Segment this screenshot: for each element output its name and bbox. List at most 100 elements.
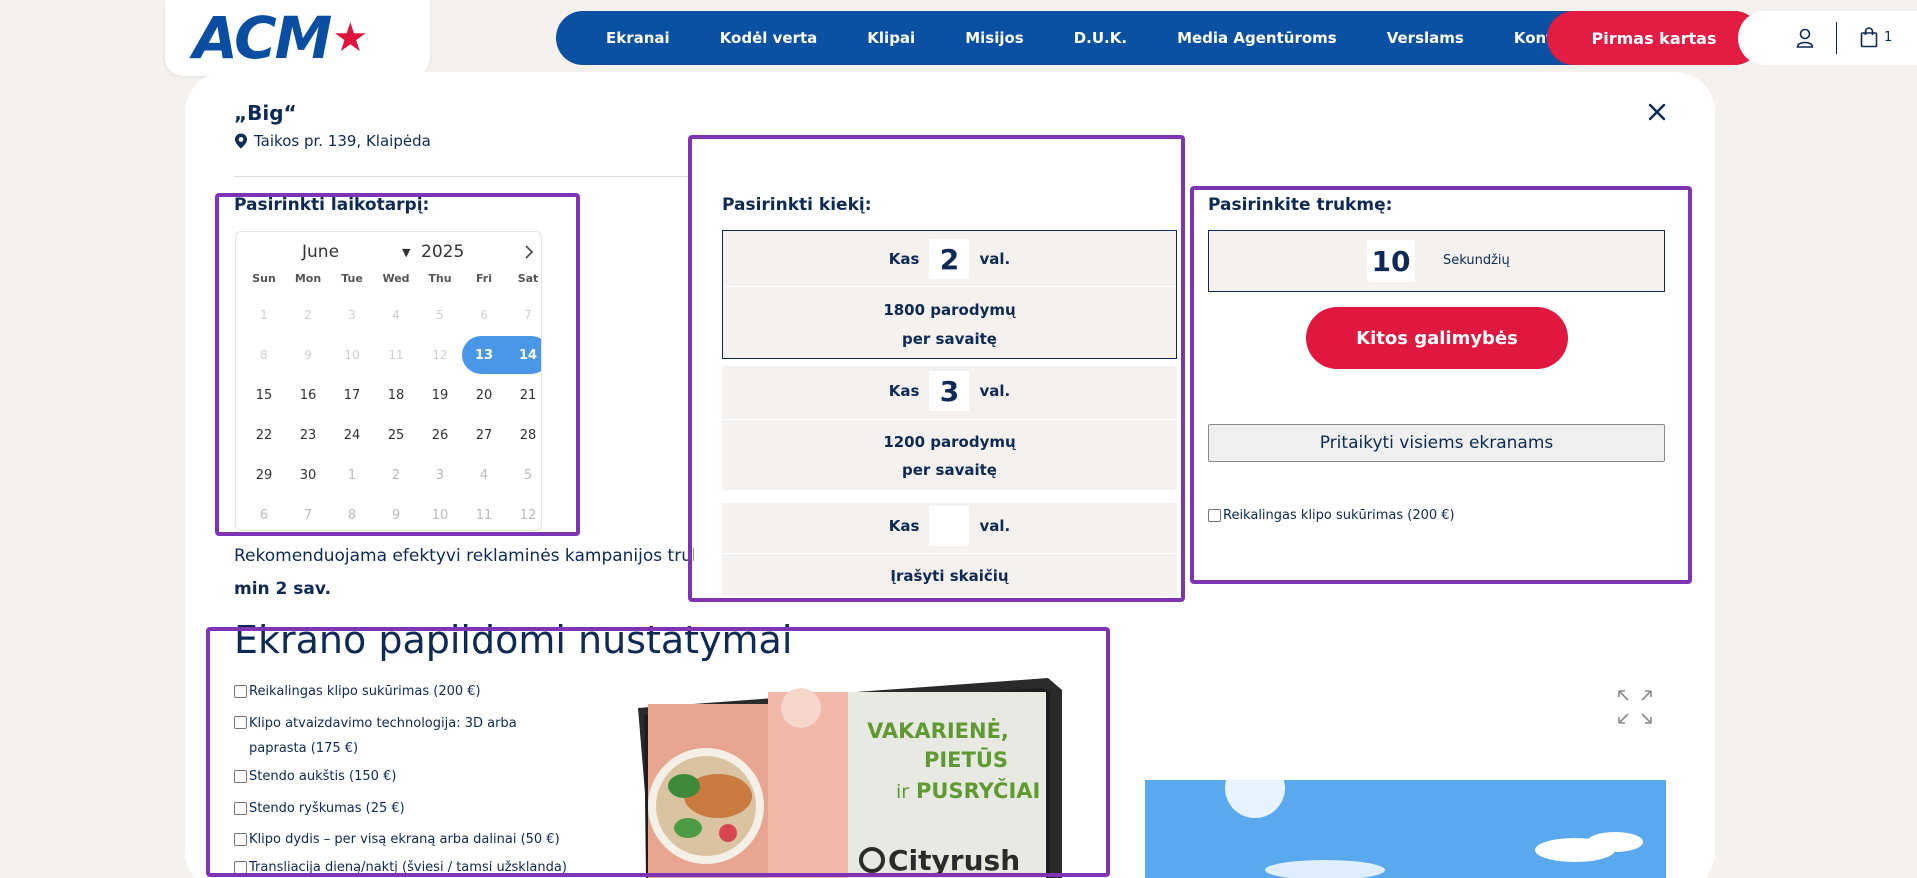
weekday-label: Wed [382,272,410,285]
calendar-day: 11 [388,348,404,362]
calendar-day[interactable]: 1 [330,456,374,494]
chevron-down-icon[interactable]: ▼ [402,246,410,259]
calendar-day[interactable]: 21 [506,376,541,414]
extra-option-checkbox[interactable] [234,833,247,846]
nav-tools: 1 [1738,11,1917,65]
calendar-day[interactable]: 23 [286,416,330,454]
nav-item-verslams[interactable]: Verslams [1362,29,1489,47]
calendar-day: 6 [480,308,488,322]
calendar-day: 4 [392,308,400,322]
calendar-day[interactable]: 25 [374,416,418,454]
frequency-value[interactable]: 2 [929,239,970,279]
calendar-day[interactable]: 19 [418,376,462,414]
calendar-day[interactable]: 8 [330,496,374,530]
calendar-day: 10 [344,348,360,362]
calendar-day: 7 [524,308,532,322]
weekday-label: Thu [428,272,452,285]
shopping-bag-icon[interactable] [1860,27,1878,48]
custom-frequency-input[interactable] [929,506,970,546]
extra-option: Reikalingas klipo sukūrimas (200 €) [234,683,481,701]
suffix-label: val. [979,250,1011,268]
frequency-option-custom[interactable]: Kas val. Įrašyti skaičių [722,503,1177,596]
calendar-day[interactable]: 17 [330,376,374,414]
extra-option: Klipo dydis – per visą ekraną arba dalin… [234,831,560,849]
nav-item-misijos[interactable]: Misijos [940,29,1049,47]
calendar-day[interactable]: 30 [286,456,330,494]
frequency-row: Kas 2 val. [723,239,1176,279]
user-icon[interactable] [1796,28,1814,48]
calendar-day[interactable]: 29 [242,456,286,494]
extra-option-checkbox[interactable] [234,770,247,783]
recommendation-text: Rekomenduojama efektyvi reklaminės kampa… [234,546,694,566]
address-text: Taikos pr. 139, Klaipėda [254,132,431,150]
extra-option: Klipo atvaizdavimo technologija: 3D arba… [234,711,574,761]
calendar-day[interactable]: 7 [286,496,330,530]
more-options-button[interactable]: Kitos galimybės [1306,307,1568,369]
calendar-day[interactable]: 9 [374,496,418,530]
divider [722,553,1177,554]
calendar-day[interactable]: 24 [330,416,374,454]
nav-item-klipai[interactable]: Klipai [842,29,940,47]
extra-option-label: Transliacija dieną/naktį (šviesi / tamsi… [249,860,567,875]
calendar-day[interactable]: 3 [418,456,462,494]
nav-item-media-agenturoms[interactable]: Media Agentūroms [1152,29,1362,47]
calendar-day[interactable]: 15 [242,376,286,414]
cart-count: 1 [1884,30,1893,45]
calendar-day[interactable]: 2 [374,456,418,494]
year-input[interactable]: 2025 [421,242,464,262]
frequency-option-2[interactable]: Kas 3 val. 1200 parodymų per savaitę [722,366,1177,490]
billboard-line-1: VAKARIENĖ, [867,718,1009,743]
weekday-label: Tue [341,272,363,285]
clip-creation-checkbox[interactable] [1208,509,1221,522]
calendar-day[interactable]: 22 [242,416,286,454]
weekday-label: Mon [294,272,322,285]
clip-creation-label: Reikalingas klipo sukūrimas (200 €) [1223,508,1455,523]
divider [722,419,1177,420]
calendar-day[interactable]: 5 [506,456,541,494]
calendar-day-selected[interactable]: 14 [506,336,541,374]
calendar-day[interactable]: 12 [506,496,541,530]
expand-icon[interactable] [1616,688,1654,726]
frequency-value[interactable]: 3 [929,371,970,411]
divider [234,176,689,177]
nav-item-ekranai[interactable]: Ekranai [581,29,695,47]
duration-input[interactable]: 10 [1367,240,1415,282]
calendar-day: 5 [436,308,444,322]
location-photo[interactable] [1145,780,1666,878]
clip-creation-option: Reikalingas klipo sukūrimas (200 €) [1208,507,1455,525]
extra-option-checkbox[interactable] [234,802,247,815]
calendar-day[interactable]: 28 [506,416,541,454]
date-picker: June ▼ 2025 Sun Mon Tue Wed Thu Fri Sat 1 2 3 4 5 6 7… [235,231,542,531]
calendar-day[interactable]: 4 [462,456,506,494]
calendar-day[interactable]: 16 [286,376,330,414]
calendar-day[interactable]: 18 [374,376,418,414]
calendar-day-selected[interactable]: 13 [462,336,506,374]
month-select[interactable]: June [302,242,339,262]
apply-all-screens-button[interactable]: Pritaikyti visiems ekranams [1208,424,1665,462]
close-icon[interactable] [1643,98,1671,126]
calendar-day[interactable]: 20 [462,376,506,414]
nav-item-duk[interactable]: D.U.K. [1049,29,1152,47]
extra-option-checkbox[interactable] [234,685,247,698]
duration-label: Pasirinkite trukmę: [1208,195,1393,215]
calendar-day[interactable]: 11 [462,496,506,530]
extra-option-checkbox[interactable] [234,861,247,874]
calendar-day[interactable]: 27 [462,416,506,454]
screen-title: „Big“ [234,101,297,125]
chevron-right-icon[interactable] [522,244,536,260]
extra-settings-heading: Ekrano papildomi nustatymai [234,618,793,662]
extra-option: Stendo ryškumas (25 €) [234,800,405,818]
calendar-day[interactable]: 10 [418,496,462,530]
calendar-day[interactable]: 26 [418,416,462,454]
suffix-label: val. [979,382,1011,400]
extra-option-checkbox[interactable] [234,716,247,729]
divider [1836,22,1837,54]
frequency-label: Pasirinkti kiekį: [722,195,872,215]
frequency-option-1[interactable]: Kas 2 val. 1800 parodymų per savaitę [722,230,1177,359]
nav-item-kodel-verta[interactable]: Kodėl verta [695,29,843,47]
recommendation-value: min 2 sav. [234,579,332,599]
calendar-day[interactable]: 6 [242,496,286,530]
logo[interactable]: ACM ★ [165,0,430,76]
calendar-day: 9 [304,348,312,362]
first-time-button[interactable]: Pirmas kartas [1547,11,1761,65]
